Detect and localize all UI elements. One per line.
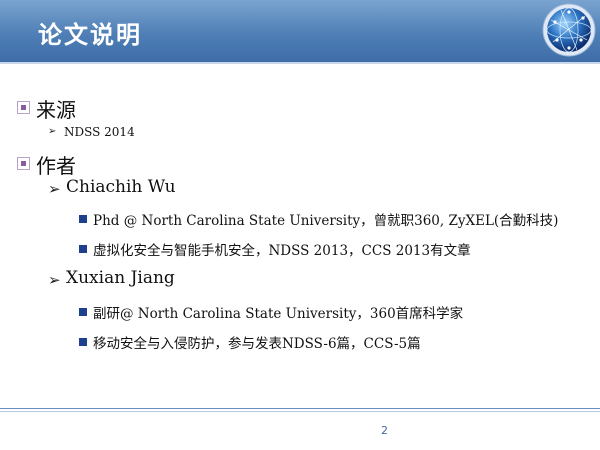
author1-detail-2: 虚拟化安全与智能手机安全，NDSS 2013，CCS 2013有文章	[93, 243, 471, 259]
slide-header: 论文说明	[0, 0, 600, 62]
arrow-bullet-icon: ➢	[48, 271, 61, 289]
author2-name: Xuxian Jiang	[66, 268, 175, 288]
section-bullet-icon	[17, 101, 30, 114]
source-heading: 来源	[36, 98, 76, 122]
section-bullet-icon	[17, 157, 30, 170]
source-item: NDSS 2014	[64, 125, 135, 139]
footer-divider-secondary	[0, 411, 600, 412]
detail-bullet-icon	[79, 215, 87, 223]
author1-name: Chiachih Wu	[66, 177, 176, 197]
slide-title: 论文说明	[38, 21, 142, 49]
arrow-bullet-icon: ➢	[48, 180, 61, 198]
globe-network-icon	[542, 3, 596, 57]
author2-detail-1: 副研@ North Carolina State University，360首…	[93, 306, 464, 322]
detail-bullet-icon	[79, 338, 87, 346]
header-divider	[0, 62, 600, 64]
footer-divider	[0, 408, 600, 409]
detail-bullet-icon	[79, 308, 87, 316]
arrow-bullet-icon: ➢	[48, 126, 57, 137]
author2-detail-2: 移动安全与入侵防护，参与发表NDSS-6篇，CCS-5篇	[93, 336, 421, 352]
detail-bullet-icon	[79, 245, 87, 253]
authors-heading: 作者	[36, 154, 76, 178]
page-number: 2	[381, 424, 388, 437]
author1-detail-1: Phd @ North Carolina State University，曾就…	[93, 213, 559, 229]
